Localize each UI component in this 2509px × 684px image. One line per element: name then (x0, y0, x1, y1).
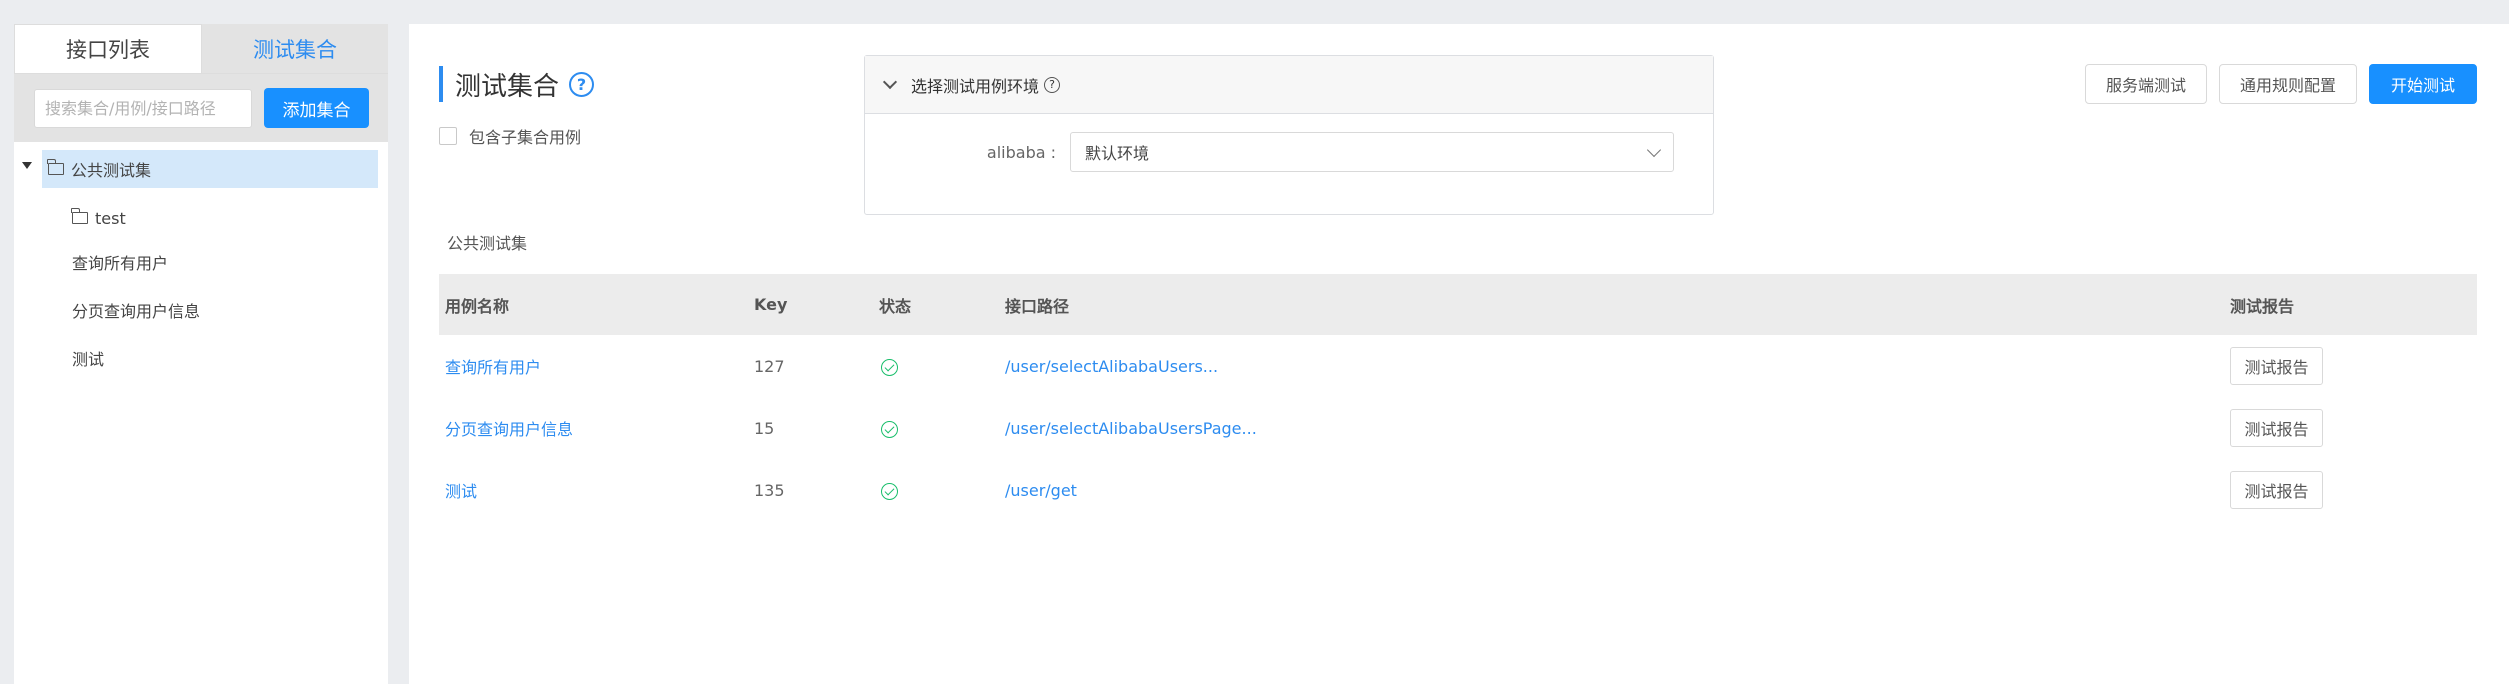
rule-config-button[interactable]: 通用规则配置 (2218, 64, 2357, 104)
column-header: 用例名称 (445, 296, 510, 316)
section-label: 公共测试集 (447, 234, 528, 253)
tree-leaf-node[interactable]: 测试 (14, 334, 388, 382)
include-children-checkbox[interactable] (439, 127, 457, 145)
table-row: 分页查询用户信息 15 /user/selectAlibabaUsersPage… (439, 397, 2477, 459)
api-path-link[interactable]: /user/selectAlibabaUsers... (1005, 357, 2230, 376)
chevron-down-icon[interactable] (882, 74, 898, 90)
table-row: 测试 135 /user/get 测试报告 (439, 459, 2477, 521)
add-collection-button[interactable]: 添加集合 (264, 88, 369, 128)
column-header: 状态 (879, 296, 912, 316)
search-row: 添加集合 (14, 74, 388, 142)
page-title: 测试集合 ? (439, 66, 595, 102)
env-select[interactable]: 默认环境 (1070, 132, 1674, 172)
tree-root-label: 公共测试集 (71, 161, 152, 180)
env-panel-title: 选择测试用例环境 (911, 76, 1040, 96)
table-header: 用例名称 Key 状态 接口路径 测试报告 (439, 274, 2477, 335)
column-header: 接口路径 (1005, 296, 1070, 316)
case-name-link[interactable]: 测试 (439, 478, 754, 502)
table-row: 查询所有用户 127 /user/selectAlibabaUsers... 测… (439, 335, 2477, 397)
tree-leaf-node[interactable]: 查询所有用户 (14, 238, 388, 286)
report-button[interactable]: 测试报告 (2230, 347, 2323, 385)
case-table: 用例名称 Key 状态 接口路径 测试报告 查询所有用户 127 /user/s… (439, 274, 2477, 521)
tree-folder-label: test (95, 208, 126, 228)
include-children-option[interactable]: 包含子集合用例 (439, 124, 581, 148)
main-panel: 测试集合 ? 包含子集合用例 选择测试用例环境 ? alibaba : 默认环境… (409, 24, 2509, 684)
case-name-link[interactable]: 查询所有用户 (439, 354, 754, 378)
case-name-link[interactable]: 分页查询用户信息 (439, 416, 754, 440)
caret-down-icon[interactable] (22, 162, 32, 169)
folder-open-icon (47, 159, 64, 175)
help-icon[interactable]: ? (1044, 76, 1061, 93)
check-circle-icon (881, 421, 898, 439)
start-test-button[interactable]: 开始测试 (2369, 64, 2477, 104)
api-path-link[interactable]: /user/get (1005, 481, 2230, 500)
env-panel-header[interactable]: 选择测试用例环境 ? (865, 56, 1713, 114)
report-button[interactable]: 测试报告 (2230, 409, 2323, 447)
help-icon[interactable]: ? (569, 71, 595, 97)
check-circle-icon (881, 359, 898, 377)
server-test-button[interactable]: 服务端测试 (2084, 64, 2207, 104)
search-input[interactable] (34, 88, 252, 128)
case-key: 15 (754, 418, 775, 438)
env-select-value: 默认环境 (1085, 144, 1150, 163)
tree-folder-node[interactable]: test (14, 198, 388, 238)
env-panel: 选择测试用例环境 ? alibaba : 默认环境 (864, 55, 1714, 215)
case-key: 127 (754, 356, 785, 376)
report-button[interactable]: 测试报告 (2230, 471, 2323, 509)
folder-open-icon (71, 208, 88, 224)
tab-test-collection[interactable]: 测试集合 (202, 24, 388, 73)
include-children-label: 包含子集合用例 (469, 128, 582, 147)
column-header: 测试报告 (2230, 296, 2295, 316)
tab-interface-list[interactable]: 接口列表 (14, 24, 202, 73)
left-panel: 接口列表 测试集合 添加集合 公共测试集 test 查询所有用户 分页查询用户信… (14, 24, 388, 684)
env-row: alibaba : 默认环境 (865, 132, 1713, 172)
collection-tree: 公共测试集 test 查询所有用户 分页查询用户信息 测试 (14, 142, 388, 382)
api-path-link[interactable]: /user/selectAlibabaUsersPage... (1005, 419, 2230, 438)
env-label: alibaba : (986, 142, 1056, 162)
chevron-down-icon (1646, 142, 1662, 157)
tree-leaf-node[interactable]: 分页查询用户信息 (14, 286, 388, 334)
case-key: 135 (754, 480, 785, 500)
column-header: Key (754, 295, 788, 314)
tree-root-node[interactable]: 公共测试集 (22, 150, 378, 188)
page-title-text: 测试集合 (455, 71, 560, 102)
top-toolbar: 服务端测试 通用规则配置 开始测试 (2084, 64, 2477, 104)
tab-bar: 接口列表 测试集合 (14, 24, 388, 74)
check-circle-icon (881, 483, 898, 501)
